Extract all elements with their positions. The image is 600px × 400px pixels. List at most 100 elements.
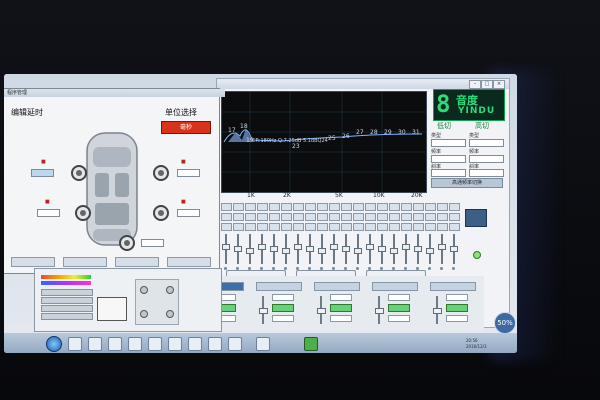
band-param-cell[interactable] [257,203,268,211]
band-slider-knob[interactable] [222,244,230,250]
speaker-front-right[interactable] [153,165,169,181]
band-slider-knob[interactable] [282,248,290,254]
channel-button-3[interactable] [41,305,93,312]
band-slider-knob[interactable] [414,246,422,252]
channel-tab[interactable] [430,282,476,291]
taskbar-app-3[interactable] [108,337,122,351]
channel-tab[interactable] [256,282,302,291]
taskbar-app-1[interactable] [68,337,82,351]
taskbar-app-10[interactable] [256,337,270,351]
band-param-cell[interactable] [389,223,400,231]
band-slider-knob[interactable] [354,248,362,254]
band-param-cell[interactable] [305,213,316,221]
band-slider-knob[interactable] [390,248,398,254]
band-slider-knob[interactable] [450,246,458,252]
band-param-cell[interactable] [353,203,364,211]
band-param-cell[interactable] [425,223,436,231]
band-param-cell[interactable] [365,203,376,211]
minimize-button[interactable]: – [469,80,481,89]
band-slider-knob[interactable] [378,246,386,252]
rear-left-delay-input[interactable] [37,209,60,217]
band-slider-knob[interactable] [330,244,338,250]
maximize-button[interactable]: □ [481,80,493,89]
band-slider-knob[interactable] [426,248,434,254]
taskbar-app-4[interactable] [128,337,142,351]
delay-tab-4[interactable] [167,257,211,267]
band-param-cell[interactable] [449,223,460,231]
band-param-cell[interactable] [365,213,376,221]
mini-speaker-rr[interactable] [166,310,174,318]
band-slider-knob[interactable] [366,244,374,250]
front-left-delay-input[interactable] [31,169,54,177]
band-param-cell[interactable] [389,203,400,211]
band-param-cell[interactable] [317,203,328,211]
band-param-cell[interactable] [269,203,280,211]
band-slider-knob[interactable] [306,246,314,252]
mini-speaker-fl[interactable] [140,286,148,294]
mini-speaker-rl[interactable] [140,310,148,318]
band-param-cell[interactable] [221,203,232,211]
band-param-cell[interactable] [401,223,412,231]
band-param-cell[interactable] [329,213,340,221]
high-type-select[interactable] [469,139,504,147]
channel-tab[interactable] [372,282,418,291]
mini-speaker-fr[interactable] [166,286,174,294]
band-param-cell[interactable] [341,203,352,211]
band-param-cell[interactable] [413,213,424,221]
band-slider-knob[interactable] [294,244,302,250]
band-param-cell[interactable] [293,223,304,231]
band-slider-knob[interactable] [270,246,278,252]
band-param-cell[interactable] [437,223,448,231]
channel-field-top[interactable] [272,294,294,301]
band-param-cell[interactable] [377,203,388,211]
band-param-cell[interactable] [257,223,268,231]
band-param-cell[interactable] [305,203,316,211]
band-param-cell[interactable] [233,223,244,231]
band-slider-knob[interactable] [318,248,326,254]
band-param-cell[interactable] [281,203,292,211]
low-type-select[interactable] [431,139,466,147]
unit-ms-button[interactable]: 毫秒 [161,121,211,134]
band-param-cell[interactable] [245,223,256,231]
channel-field-bottom[interactable] [388,315,410,322]
band-param-cell[interactable] [293,203,304,211]
channel-mute-toggle[interactable] [446,304,468,312]
band-slider-knob[interactable] [246,248,254,254]
band-param-cell[interactable] [437,213,448,221]
band-param-cell[interactable] [245,213,256,221]
band-param-cell[interactable] [245,203,256,211]
band-param-cell[interactable] [233,213,244,221]
taskbar-app-5[interactable] [148,337,162,351]
delay-tab-1[interactable] [11,257,55,267]
channel-mute-toggle[interactable] [330,304,352,312]
speaker-rear-right[interactable] [153,205,169,221]
band-param-cell[interactable] [281,213,292,221]
low-slope-select[interactable] [431,169,466,177]
eq-frequency-graph[interactable]: 17 18 19 23 25 26 27 28 29 30 31 CR:180H… [221,91,427,193]
close-button[interactable]: × [493,80,505,89]
band-param-cell[interactable] [437,203,448,211]
band-param-cell[interactable] [317,213,328,221]
channel-mute-toggle[interactable] [388,304,410,312]
band-slider-knob[interactable] [402,244,410,250]
band-param-cell[interactable] [281,223,292,231]
channel-field-top[interactable] [388,294,410,301]
taskbar-eq-app[interactable] [304,337,318,351]
percent-button[interactable]: 50% [494,312,516,334]
band-param-cell[interactable] [413,203,424,211]
channel-button-1[interactable] [41,289,93,296]
channel-field-top[interactable] [330,294,352,301]
band-param-cell[interactable] [221,223,232,231]
speaker-front-left[interactable] [71,165,87,181]
high-slope-select[interactable] [469,169,504,177]
channel-field-bottom[interactable] [272,315,294,322]
band-param-cell[interactable] [377,223,388,231]
sub-delay-input[interactable] [141,239,164,247]
band-slider-knob[interactable] [342,246,350,252]
front-right-delay-input[interactable] [177,169,200,177]
low-freq-input[interactable] [431,155,466,163]
band-param-cell[interactable] [257,213,268,221]
band-param-cell[interactable] [269,223,280,231]
channel-tab[interactable] [314,282,360,291]
band-param-cell[interactable] [425,203,436,211]
